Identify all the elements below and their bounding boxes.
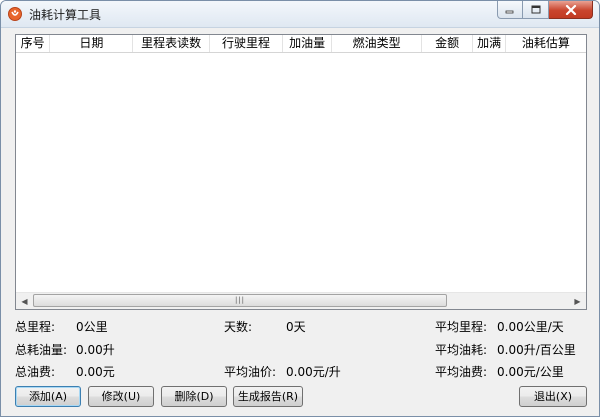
- column-header[interactable]: 日期: [50, 35, 134, 52]
- avg-fuel-value: 0.00升/百公里: [497, 343, 576, 357]
- close-icon: [565, 4, 576, 15]
- total-cost-value: 0.00元: [76, 365, 115, 379]
- avg-price-label: 平均油价:: [224, 365, 277, 379]
- avg-price-value: 0.00元/升: [286, 365, 341, 379]
- avg-fuel-label: 平均油耗:: [435, 343, 488, 357]
- column-header[interactable]: 加满: [473, 35, 507, 52]
- scrollbar-thumb[interactable]: |||: [33, 294, 447, 307]
- close-button[interactable]: [549, 1, 593, 19]
- total-mileage-value: 0公里: [76, 320, 108, 334]
- window-title: 油耗计算工具: [29, 8, 102, 22]
- fuel-record-list[interactable]: 序号 日期 里程表读数 行驶里程 加油量 燃油类型 金额 加满 油耗估算 加 ◀…: [15, 34, 587, 310]
- app-icon: [8, 7, 22, 21]
- avg-cost-label: 平均油费:: [435, 365, 488, 379]
- scroll-right-button[interactable]: ▶: [569, 293, 586, 309]
- minimize-icon: [505, 10, 514, 13]
- add-button[interactable]: 添加(A): [15, 386, 81, 407]
- total-fuel-label: 总耗油量:: [15, 343, 68, 357]
- avg-mileage-label: 平均里程:: [435, 320, 488, 334]
- column-header[interactable]: 油耗估算: [506, 35, 586, 52]
- column-header[interactable]: 里程表读数: [133, 35, 210, 52]
- column-header[interactable]: 加油量: [283, 35, 333, 52]
- column-header[interactable]: 行驶里程: [210, 35, 284, 52]
- days-value: 0天: [286, 320, 306, 334]
- maximize-button[interactable]: [523, 1, 549, 19]
- avg-mileage-value: 0.00公里/天: [497, 320, 564, 334]
- arrow-right-icon: ▶: [574, 296, 581, 306]
- minimize-button[interactable]: [497, 1, 523, 19]
- title-bar[interactable]: 油耗计算工具: [1, 1, 599, 28]
- edit-button[interactable]: 修改(U): [88, 386, 154, 407]
- generate-report-button[interactable]: 生成报告(R): [233, 386, 303, 407]
- arrow-left-icon: ◀: [21, 296, 28, 306]
- exit-button[interactable]: 退出(X): [519, 386, 587, 407]
- column-header[interactable]: 燃油类型: [332, 35, 423, 52]
- avg-cost-value: 0.00元/公里: [497, 365, 564, 379]
- list-header: 序号 日期 里程表读数 行驶里程 加油量 燃油类型 金额 加满 油耗估算 加: [16, 35, 586, 53]
- horizontal-scrollbar[interactable]: ◀ ||| ▶: [16, 292, 586, 309]
- grip-icon: |||: [234, 296, 246, 304]
- maximize-icon: [531, 5, 540, 14]
- column-header[interactable]: 金额: [422, 35, 474, 52]
- column-header[interactable]: 序号: [16, 35, 51, 52]
- delete-button[interactable]: 删除(D): [161, 386, 227, 407]
- days-label: 天数:: [224, 320, 253, 334]
- caption-buttons: [497, 1, 593, 20]
- total-mileage-label: 总里程:: [15, 320, 56, 334]
- total-cost-label: 总油费:: [15, 365, 56, 379]
- scroll-left-button[interactable]: ◀: [16, 293, 33, 309]
- main-window: 油耗计算工具 序号 日期 里程表读数 行驶里程 加油量 燃油类型 金额 加满 油…: [0, 0, 600, 417]
- total-fuel-value: 0.00升: [76, 343, 115, 357]
